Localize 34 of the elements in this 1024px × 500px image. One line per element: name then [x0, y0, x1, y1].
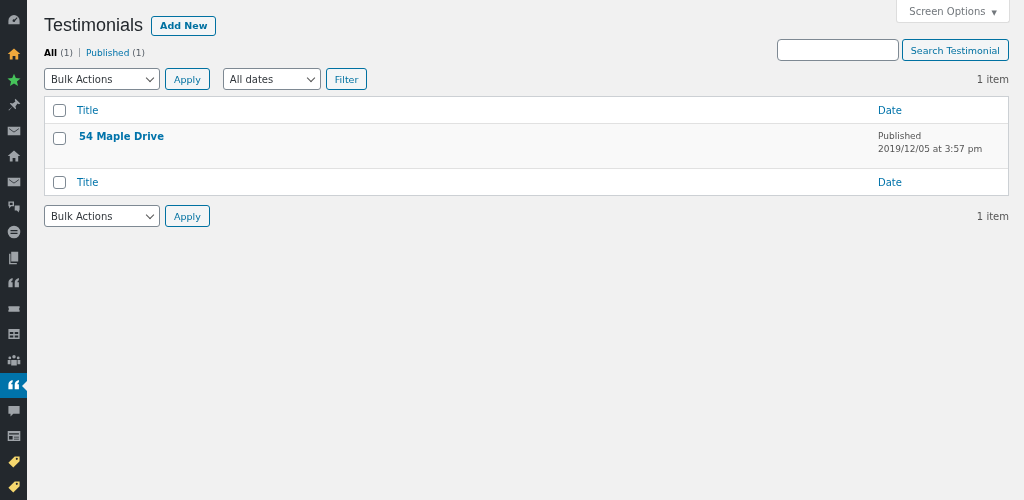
copy-icon	[6, 250, 21, 265]
apply-button[interactable]: Apply	[165, 68, 210, 90]
bulk-actions-dropdown[interactable]: Bulk Actions	[44, 205, 160, 227]
dashboard-icon	[6, 12, 21, 27]
pin-icon	[6, 98, 21, 113]
table-icon	[6, 327, 21, 342]
page-title: Testimonials	[44, 15, 144, 36]
view-filter-link[interactable]: All (1)	[44, 48, 74, 58]
translate-icon	[6, 200, 21, 214]
dates-dropdown[interactable]: All dates	[222, 68, 321, 90]
column-header[interactable]: Title	[77, 176, 99, 188]
bulk-actions-dropdown[interactable]: Bulk Actions	[44, 68, 160, 90]
search-button[interactable]: Search Testimonial	[901, 39, 1009, 61]
apply-button[interactable]: Apply	[165, 205, 210, 227]
sidebar-item[interactable]	[0, 372, 27, 399]
view-filter-link[interactable]: Published (1)	[86, 48, 145, 58]
checkbox[interactable]	[53, 175, 66, 189]
checkbox[interactable]	[53, 103, 66, 117]
post-date: 2019/12/05 at 3:57 pm	[878, 144, 984, 154]
post-title-link[interactable]: 54 Maple Drive	[79, 131, 164, 142]
search-field[interactable]	[776, 39, 899, 61]
column-header[interactable]: Date	[878, 176, 1000, 188]
item-count: 1 item	[976, 73, 1009, 85]
checkbox[interactable]	[53, 132, 66, 145]
add-new-button[interactable]: Add New	[151, 15, 217, 36]
column-header[interactable]: Date	[878, 104, 1000, 116]
group-icon	[6, 352, 21, 367]
column-header[interactable]: Title	[77, 104, 99, 116]
card-icon	[6, 429, 21, 444]
filter-button[interactable]: Filter	[325, 68, 368, 90]
comment-icon	[6, 403, 21, 418]
home-icon	[6, 149, 21, 164]
post-status: Published	[878, 131, 923, 141]
item-count: 1 item	[976, 210, 1009, 222]
